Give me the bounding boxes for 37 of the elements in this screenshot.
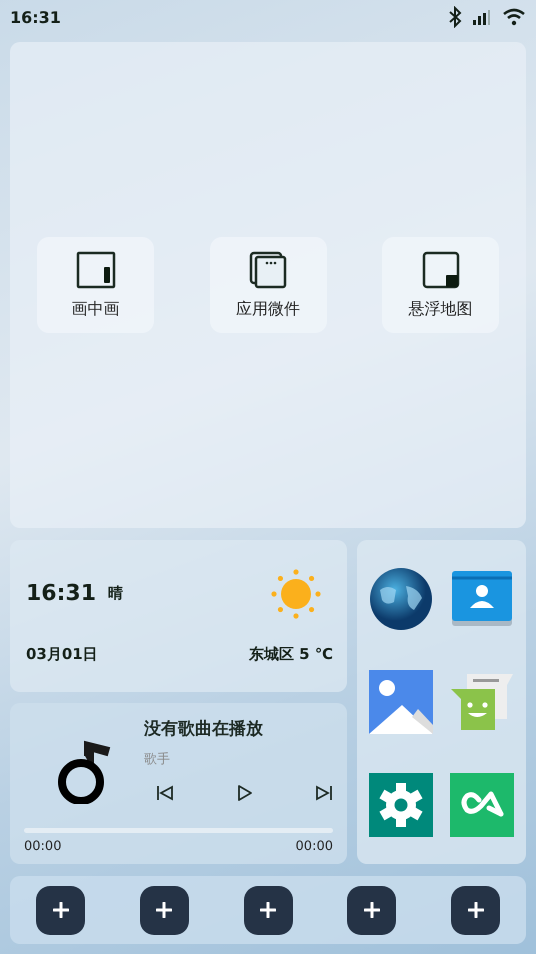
- total-time: 00:00: [296, 839, 333, 854]
- bluetooth-icon: [448, 6, 462, 28]
- globe-app-icon[interactable]: [368, 566, 434, 632]
- corner-square-icon: [422, 250, 460, 288]
- signal-icon: [472, 9, 492, 25]
- wifi-icon: [502, 8, 526, 26]
- add-button[interactable]: [36, 886, 85, 934]
- infinity-app-icon[interactable]: [448, 772, 515, 838]
- status-time: 16:31: [10, 8, 61, 26]
- sun-icon: [271, 568, 321, 618]
- song-title: 没有歌曲在播放: [144, 718, 264, 740]
- plus-icon: [52, 902, 68, 918]
- shortcut-label: 应用微件: [236, 298, 300, 320]
- weather-time: 16:31: [26, 581, 96, 606]
- gallery-app-icon[interactable]: [368, 668, 434, 735]
- weather-condition: 晴: [108, 584, 124, 603]
- plus-icon: [156, 902, 172, 918]
- add-button[interactable]: [140, 886, 189, 934]
- shortcut-label: 悬浮地图: [408, 298, 472, 320]
- stacked-windows-icon: [249, 250, 287, 288]
- shortcut-tile[interactable]: 画中画: [37, 237, 154, 333]
- add-button[interactable]: [451, 886, 500, 934]
- add-button[interactable]: [244, 886, 292, 934]
- picture-in-picture-icon: [76, 250, 116, 288]
- add-button[interactable]: [347, 886, 396, 934]
- plus-icon: [260, 902, 276, 918]
- shortcut-tile[interactable]: 应用微件: [210, 237, 326, 333]
- artist-name: 歌手: [144, 751, 171, 768]
- settings-app-icon[interactable]: [368, 772, 434, 838]
- weather-location-temperature: 东城区 5 ℃: [248, 644, 333, 664]
- progress-track[interactable]: [24, 828, 333, 833]
- shortcut-tile[interactable]: 悬浮地图: [382, 237, 499, 333]
- shortcut-label: 画中画: [72, 298, 120, 320]
- plus-icon: [364, 902, 380, 918]
- elapsed-time: 00:00: [24, 839, 62, 854]
- weather-date: 03月01日: [26, 644, 98, 664]
- plus-icon: [468, 902, 484, 918]
